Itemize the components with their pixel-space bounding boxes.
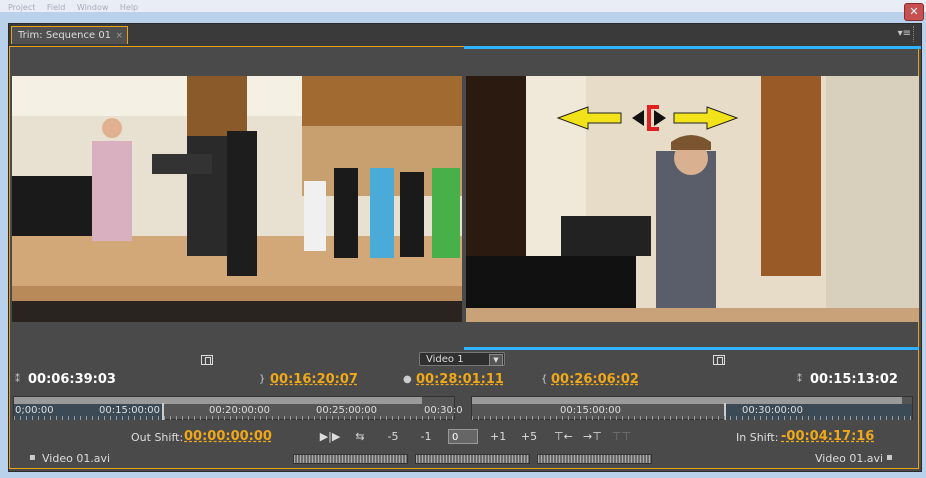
menu-item-window[interactable]: Window [77,4,109,12]
ruler-label: 00:25:00:00 [316,405,378,416]
menu-item-project[interactable]: Project [8,4,35,12]
panel-tab-bar: Trim: Sequence 01 × ▾≡ [9,24,921,46]
menu-item-field[interactable]: Field [47,4,65,12]
ruler-zoom-bar[interactable] [472,397,902,404]
incoming-clip-name: Video 01.avi [815,452,884,465]
track-select-value: Video 1 [426,354,464,365]
tab-trim-sequence[interactable]: Trim: Sequence 01 × [11,26,128,44]
outgoing-frame-image [12,76,462,322]
safe-margin-icon[interactable] [713,355,725,365]
clip-icon: ▪ [886,452,893,463]
in-point-icon: { [541,374,548,385]
track-select[interactable]: Video 1 ▼ [419,352,505,366]
incoming-time-ruler[interactable]: 00:15:00:00 00:30:00:00 [471,396,913,420]
out-shift-value[interactable]: 00:00:00:00 [184,429,272,444]
ruler-label: 00:30:0 [424,405,463,416]
outgoing-video-frame[interactable] [12,76,462,322]
in-point-timecode[interactable]: 00:26:06:02 [551,372,639,387]
out-point-timecode[interactable]: 00:16:20:07 [270,372,358,387]
outgoing-time-ruler[interactable]: 0;00:00 00:15:00:00 00:20:00:00 00:25:00… [13,396,463,420]
ruler-ticks [472,416,912,420]
ruler-label: 00:30:00:00 [742,405,804,416]
ripple-trim-next-icon[interactable]: →⊤ [583,430,602,443]
tab-title: Trim: Sequence 01 [18,30,112,41]
ruler-ticks [14,416,454,420]
ripple-trim-previous-icon[interactable]: ⊤← [554,430,573,443]
ruler-zoom-bar[interactable] [14,397,422,404]
in-shift-value[interactable]: -00:04:17:16 [781,429,874,444]
incoming-video-frame[interactable] [466,76,919,322]
clip-icon: ▪ [29,452,36,463]
play-edit-button[interactable]: ▶|▶ [319,430,341,443]
out-shift-label: Out Shift: [131,431,184,444]
sequence-marker-icon: ● [403,374,412,385]
ruler-label: 0;00:00 [15,405,54,416]
incoming-duration: 00:15:13:02 [810,372,898,387]
trim-panel: Trim: Sequence 01 × ▾≡ Video 1 ▼ ⁑ 00:06… [8,23,922,472]
apply-default-transition-icon[interactable]: ⊤⊤ [612,430,631,443]
duration-icon: ⁑ [797,374,802,385]
sequence-timecode[interactable]: 00:28:01:11 [416,372,504,387]
outgoing-duration: 00:06:39:03 [28,372,116,387]
tab-close-icon[interactable]: × [115,27,123,45]
ruler-label: 00:20:00:00 [209,405,271,416]
safe-margin-icon[interactable] [201,355,213,365]
panel-grip-icon[interactable] [913,26,919,42]
panel-menu-icon[interactable]: ▾≡ [898,28,911,39]
menu-item-help[interactable]: Help [120,4,138,12]
in-shift-label: In Shift: [736,431,779,444]
trim-minus-1-button[interactable]: -1 [418,430,434,443]
trim-offset-input[interactable]: 0 [448,429,478,444]
trim-plus-5-button[interactable]: +5 [520,430,538,443]
trim-arrows-icon [556,105,739,131]
window-close-button[interactable]: ✕ [904,3,924,21]
loop-button[interactable]: ⇆ [351,430,369,443]
shared-jog-control[interactable] [415,454,530,464]
incoming-selection-bar-bottom [464,347,919,350]
chevron-down-icon[interactable]: ▼ [489,354,503,366]
menu-bar: Project Field Window Help [0,0,926,12]
ruler-label: 00:15:00:00 [99,405,161,416]
incoming-jog-control[interactable] [537,454,652,464]
out-point-icon: } [259,374,266,385]
outgoing-clip-name: Video 01.avi [42,452,111,465]
trim-plus-1-button[interactable]: +1 [490,430,506,443]
duration-icon: ⁑ [15,374,20,385]
incoming-selection-bar [464,46,921,49]
trim-minus-5-button[interactable]: -5 [385,430,401,443]
outgoing-jog-control[interactable] [293,454,408,464]
ruler-label: 00:15:00:00 [560,405,622,416]
